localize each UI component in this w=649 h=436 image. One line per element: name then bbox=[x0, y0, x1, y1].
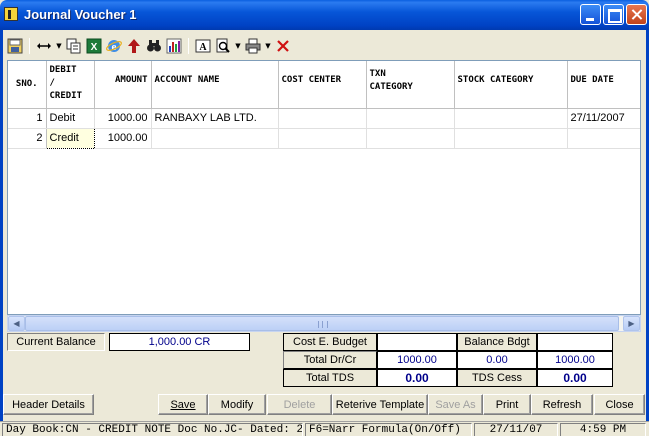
header-line: / bbox=[49, 78, 55, 88]
header-line: CATEGORY bbox=[369, 82, 413, 92]
header-line: ACCOUNT NAME bbox=[154, 75, 220, 85]
horizontal-scrollbar[interactable]: ◀ ▶ bbox=[7, 315, 641, 332]
total-tds-value: 0.00 bbox=[377, 369, 457, 387]
header-line: COST CENTER bbox=[281, 75, 342, 85]
total-cr-value: 1000.00 bbox=[537, 351, 613, 369]
column-header-cost-center[interactable]: COST CENTER bbox=[278, 61, 367, 109]
save-button[interactable]: Save bbox=[158, 394, 208, 415]
balance-budget-label: Balance Bdgt bbox=[457, 333, 537, 351]
scroll-left-icon[interactable]: ◀ bbox=[8, 316, 25, 331]
toolbar: ▼ X e A ▼ ▼ bbox=[6, 35, 292, 57]
cell-stock-category[interactable] bbox=[454, 128, 568, 149]
bar-chart-icon[interactable] bbox=[165, 37, 183, 55]
cell-stock-category[interactable] bbox=[454, 108, 568, 129]
column-header-stock-category[interactable]: STOCK CATEGORY bbox=[454, 61, 568, 109]
cell-account-name[interactable] bbox=[151, 128, 279, 149]
balance-budget-value bbox=[537, 333, 613, 351]
refresh-button[interactable]: Refresh bbox=[531, 394, 593, 415]
total-tds-label: Total TDS bbox=[283, 369, 377, 387]
delete-icon[interactable] bbox=[274, 37, 292, 55]
cell-txn-category[interactable] bbox=[366, 128, 455, 149]
header-line: TXN bbox=[369, 69, 386, 79]
total-dr-value: 1000.00 bbox=[377, 351, 457, 369]
retrieve-template-button[interactable]: Reterive Template bbox=[332, 394, 428, 415]
tds-cess-label: TDS Cess bbox=[457, 369, 537, 387]
status-hint: F6=Narr Formula(On/Off) bbox=[305, 423, 472, 436]
close-window-button[interactable] bbox=[626, 4, 647, 25]
table-row[interactable]: 2 Credit 1000.00 bbox=[8, 127, 640, 149]
modify-button[interactable]: Modify bbox=[208, 394, 266, 415]
maximize-button[interactable] bbox=[603, 4, 624, 25]
up-arrow-icon[interactable] bbox=[125, 37, 143, 55]
column-header-account-name[interactable]: ACCOUNT NAME bbox=[151, 61, 279, 109]
current-balance-label: Current Balance bbox=[7, 333, 105, 351]
column-header-txn-category[interactable]: TXN CATEGORY bbox=[366, 61, 455, 109]
status-date: 27/11/07 bbox=[474, 423, 558, 436]
column-header-debit-credit[interactable]: DEBIT / CREDIT bbox=[46, 61, 95, 109]
minimize-button[interactable] bbox=[580, 4, 601, 25]
delete-button[interactable]: Delete bbox=[267, 394, 332, 415]
cell-cost-center[interactable] bbox=[278, 128, 367, 149]
cell-amount[interactable]: 1000.00 bbox=[94, 128, 152, 149]
status-time: 4:59 PM bbox=[560, 423, 646, 436]
cell-due-date[interactable]: 27/11/2007 bbox=[567, 108, 640, 129]
font-icon[interactable]: A bbox=[194, 37, 212, 55]
cell-account-name[interactable]: RANBAXY LAB LTD. bbox=[151, 108, 279, 129]
column-header-due-date[interactable]: DUE DATE bbox=[567, 61, 640, 109]
copy-icon[interactable] bbox=[65, 37, 83, 55]
print-preview-icon[interactable] bbox=[214, 37, 232, 55]
cell-sno[interactable]: 2 bbox=[8, 128, 47, 149]
cell-sno[interactable]: 1 bbox=[8, 108, 47, 129]
header-line: DEBIT bbox=[49, 65, 77, 75]
header-line: CREDIT bbox=[49, 91, 83, 101]
header-line: DUE DATE bbox=[570, 75, 614, 85]
save-icon[interactable] bbox=[6, 37, 24, 55]
total-drcr-label: Total Dr/Cr bbox=[283, 351, 377, 369]
cell-due-date[interactable] bbox=[567, 128, 640, 149]
column-header-amount[interactable]: AMOUNT bbox=[94, 61, 152, 109]
chevron-down-icon[interactable]: ▼ bbox=[55, 37, 63, 55]
cell-amount[interactable]: 1000.00 bbox=[94, 108, 152, 129]
toolbar-separator bbox=[29, 38, 30, 54]
window-title: Journal Voucher 1 bbox=[24, 7, 137, 22]
header-details-button[interactable]: Header Details bbox=[3, 394, 94, 415]
chevron-down-icon[interactable]: ▼ bbox=[234, 37, 242, 55]
cell-txn-category[interactable] bbox=[366, 108, 455, 129]
grip-icon bbox=[318, 321, 328, 328]
status-text: Day Book:CN - CREDIT NOTE Doc No.JC- Dat… bbox=[2, 423, 303, 436]
total-diff-value: 0.00 bbox=[457, 351, 537, 369]
status-bar: Day Book:CN - CREDIT NOTE Doc No.JC- Dat… bbox=[0, 421, 649, 436]
header-line: STOCK CATEGORY bbox=[457, 75, 534, 85]
scrollbar-thumb[interactable] bbox=[25, 316, 619, 331]
svg-text:X: X bbox=[91, 42, 98, 53]
table-row[interactable]: 1 Debit 1000.00 RANBAXY LAB LTD. 27/11/2… bbox=[8, 108, 640, 129]
tds-cess-value: 0.00 bbox=[537, 369, 613, 387]
voucher-grid[interactable]: SNO. DEBIT / CREDIT AMOUNT ACCOUNT NAME … bbox=[7, 60, 641, 315]
print-button[interactable]: Print bbox=[483, 394, 531, 415]
column-header-sno[interactable]: SNO. bbox=[8, 61, 47, 109]
cell-debit-credit[interactable]: Credit bbox=[45, 127, 95, 149]
current-balance-value: 1,000.00 CR bbox=[109, 333, 250, 351]
toolbar-separator bbox=[188, 38, 189, 54]
cell-cost-center[interactable] bbox=[278, 108, 367, 129]
title-bar[interactable]: Journal Voucher 1 bbox=[0, 0, 649, 30]
scroll-right-icon[interactable]: ▶ bbox=[623, 316, 640, 331]
chevron-down-icon[interactable]: ▼ bbox=[264, 37, 272, 55]
binoculars-icon[interactable] bbox=[145, 37, 163, 55]
cost-budget-value bbox=[377, 333, 457, 351]
ie-icon[interactable]: e bbox=[105, 37, 123, 55]
header-line: AMOUNT bbox=[114, 75, 148, 85]
close-button[interactable]: Close bbox=[594, 394, 645, 415]
cell-debit-credit[interactable]: Debit bbox=[46, 108, 95, 129]
excel-icon[interactable]: X bbox=[85, 37, 103, 55]
printer-icon[interactable] bbox=[244, 37, 262, 55]
cost-budget-label: Cost E. Budget bbox=[283, 333, 377, 351]
app-icon[interactable] bbox=[4, 7, 18, 21]
arrows-icon[interactable] bbox=[35, 37, 53, 55]
save-as-button[interactable]: Save As bbox=[428, 394, 483, 415]
svg-text:A: A bbox=[199, 42, 207, 53]
